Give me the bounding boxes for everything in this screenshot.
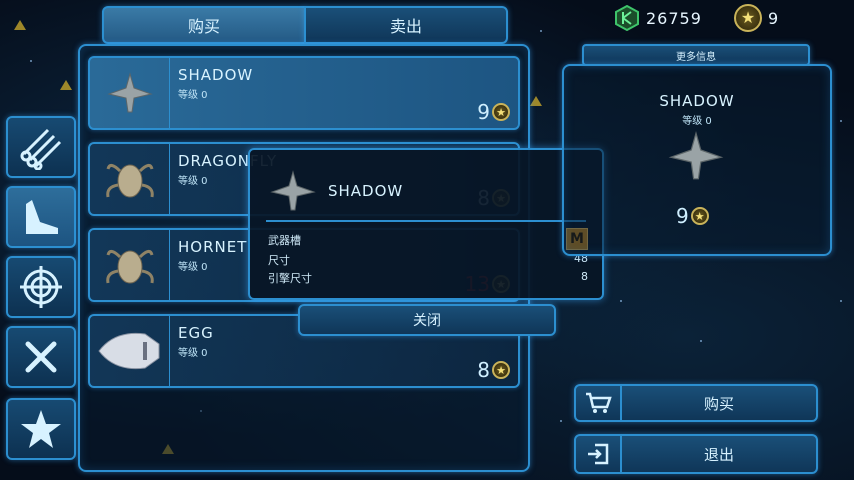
exit-label: 退出 bbox=[703, 445, 734, 464]
star-coin-icon: ★ bbox=[492, 103, 510, 121]
ship-fin-icon bbox=[26, 200, 58, 234]
stat-label: 引擎尺寸 bbox=[268, 272, 312, 285]
stars-value: 9 bbox=[768, 8, 780, 28]
star-icon bbox=[21, 410, 61, 448]
close-button[interactable]: 关闭 bbox=[298, 304, 556, 336]
ship-thumbnail bbox=[90, 316, 170, 386]
ship-price-value: 9 bbox=[477, 100, 490, 124]
ship-name: HORNET bbox=[178, 238, 248, 256]
ship-thumbnail bbox=[90, 144, 170, 214]
exit-button[interactable]: 退出 bbox=[574, 434, 818, 474]
preview-ship-name: SHADOW bbox=[659, 92, 735, 110]
more-info-button[interactable]: 更多信息 bbox=[582, 44, 810, 66]
cart-icon-cell bbox=[576, 386, 622, 420]
stat-label: 武器槽 bbox=[268, 234, 301, 247]
hornet-ship-icon bbox=[105, 250, 154, 284]
shadow-ship-icon bbox=[270, 170, 316, 211]
popup-divider bbox=[266, 220, 586, 222]
tab-sell-label: 卖出 bbox=[389, 17, 422, 36]
star-coin-icon: ★ bbox=[734, 4, 762, 32]
tab-buy-label: 购买 bbox=[187, 17, 220, 36]
category-weapons-button[interactable] bbox=[6, 256, 76, 318]
credits-icon bbox=[615, 5, 639, 31]
credits-value: 26759 bbox=[646, 8, 702, 28]
ship-price: 8 ★ bbox=[477, 358, 510, 382]
ship-level: 等级 0 bbox=[178, 176, 208, 187]
ship-level: 等级 0 bbox=[178, 90, 208, 101]
ship-info-popup: SHADOW 武器槽 M 尺寸 48 引擎尺寸 8 bbox=[248, 148, 604, 300]
category-ships-button[interactable] bbox=[6, 186, 76, 248]
shadow-ship-icon bbox=[106, 72, 153, 113]
stars-display: ★ 9 bbox=[734, 4, 779, 32]
category-upgrades-button[interactable] bbox=[6, 326, 76, 388]
target-icon bbox=[20, 266, 62, 308]
preview-price: 9 ★ bbox=[676, 204, 709, 228]
ship-thumbnail bbox=[90, 58, 170, 128]
category-special-button[interactable] bbox=[6, 398, 76, 460]
ship-price-value: 8 bbox=[477, 358, 490, 382]
stat-value: 8 bbox=[581, 270, 588, 283]
preview-price-value: 9 bbox=[676, 204, 689, 228]
ship-name: SHADOW bbox=[178, 66, 254, 84]
ship-level: 等级 0 bbox=[178, 262, 208, 273]
ship-price: 9 ★ bbox=[477, 100, 510, 124]
preview-ship-level: 等级 0 bbox=[682, 116, 712, 127]
category-hull-button[interactable] bbox=[6, 116, 76, 178]
buy-button[interactable]: 购买 bbox=[574, 384, 818, 422]
ship-preview-panel: SHADOW 等级 0 9 ★ bbox=[562, 64, 832, 256]
ship-level: 等级 0 bbox=[178, 348, 208, 359]
popup-title: SHADOW bbox=[328, 182, 404, 200]
star-coin-icon: ★ bbox=[492, 361, 510, 379]
more-info-label: 更多信息 bbox=[676, 51, 716, 63]
tab-sell[interactable]: 卖出 bbox=[304, 6, 508, 44]
ship-row-shadow[interactable]: SHADOW 等级 0 9 ★ bbox=[88, 56, 520, 130]
egg-ship-icon bbox=[97, 332, 159, 370]
buy-label: 购买 bbox=[703, 394, 734, 413]
stat-label: 尺寸 bbox=[268, 254, 290, 267]
exit-icon bbox=[588, 443, 609, 465]
star-coin-icon: ★ bbox=[690, 207, 709, 225]
dragonfly-ship-icon bbox=[105, 164, 154, 198]
shadow-ship-icon bbox=[668, 131, 724, 180]
pipes-icon bbox=[20, 128, 62, 170]
close-label: 关闭 bbox=[413, 313, 441, 329]
ship-thumbnail bbox=[90, 230, 170, 300]
credits-display: 26759 bbox=[614, 4, 702, 32]
tools-icon bbox=[25, 341, 57, 373]
exit-icon-cell bbox=[576, 436, 622, 472]
ship-name: EGG bbox=[178, 324, 214, 342]
cart-icon bbox=[586, 392, 612, 413]
tab-buy[interactable]: 购买 bbox=[102, 6, 306, 44]
